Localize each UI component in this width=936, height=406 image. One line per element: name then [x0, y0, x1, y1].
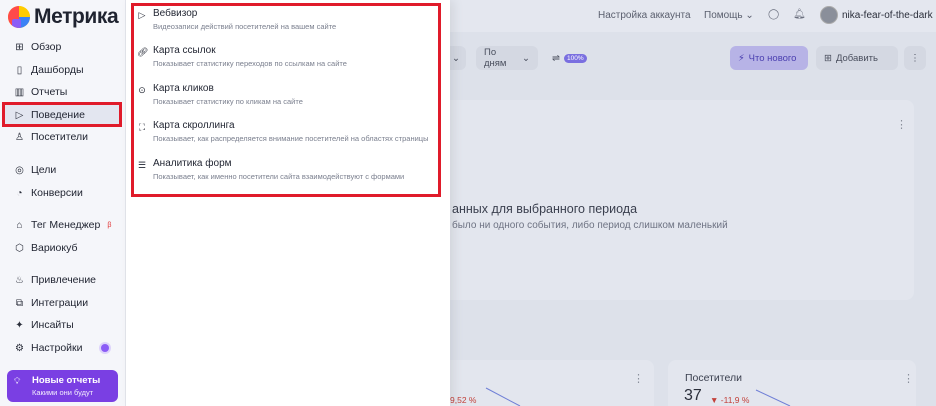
settings-notification-dot — [101, 344, 109, 352]
sidebar-item-label: Отчеты — [31, 86, 68, 98]
visitors-sparkline — [755, 389, 791, 406]
sidebar-item-settings[interactable]: ⚙ Настройки — [14, 340, 83, 356]
sparkle-icon: ✦ — [15, 319, 24, 331]
puzzle-icon: ⧉ — [15, 297, 24, 309]
tag-icon: ⌂ — [16, 219, 23, 231]
sidebar-item-label: Привлечение — [31, 274, 97, 286]
beta-badge: β — [107, 221, 112, 229]
brand-name: Метрика — [34, 5, 119, 28]
menu-item-description: Показывает статистику переходов по ссылк… — [153, 59, 347, 68]
click-icon: ⊙ — [138, 85, 146, 95]
menu-item-description: Видеозаписи действий посетителей на ваше… — [153, 22, 337, 31]
target-icon: ◎ — [15, 164, 24, 176]
bar-chart-icon: ▥ — [14, 86, 25, 98]
sidebar-item-label: Интеграции — [31, 297, 89, 309]
metrika-logo-icon — [8, 6, 30, 28]
person-icon: ♙ — [15, 131, 24, 143]
scroll-icon: ⛶ — [138, 122, 146, 132]
play-icon: ▷ — [15, 109, 24, 121]
new-reports-button[interactable]: 💡︎ Новые отчеты Какими они будут — [7, 370, 118, 402]
sidebar-item-insights[interactable]: ✦ Инсайты — [14, 317, 74, 333]
new-reports-subtitle: Какими они будут — [32, 388, 94, 397]
sidebar-item-label: Цели — [31, 164, 57, 176]
menu-item-title: Карта ссылок — [153, 45, 216, 56]
menu-item-click-map[interactable]: ⊙ Карта кликов Показывает статистику по … — [137, 83, 437, 113]
lightbulb-icon: 💡︎ — [14, 376, 21, 386]
sidebar-item-label: Обзор — [31, 41, 62, 53]
flame-icon: ♨ — [15, 274, 24, 286]
sidebar-item-dashboards[interactable]: ▯ Дашборды — [14, 62, 84, 78]
sidebar-item-label: Вариокуб — [31, 242, 78, 254]
menu-item-title: Вебвизор — [153, 8, 198, 19]
menu-item-title: Карта скроллинга — [153, 120, 235, 131]
sidebar-item-tag-manager[interactable]: ⌂ Тег Менеджер β — [14, 217, 111, 233]
sidebar-item-overview[interactable]: ⊞ Обзор — [14, 39, 61, 55]
sidebar-item-integrations[interactable]: ⧉ Интеграции — [14, 295, 88, 311]
menu-item-title: Карта кликов — [153, 83, 214, 94]
menu-item-form-analytics[interactable]: ☰ Аналитика форм Показывает, как именно … — [137, 158, 437, 188]
sidebar-item-variocube[interactable]: ⬡ Вариокуб — [14, 240, 77, 256]
menu-item-description: Показывает статистику по кликам на сайте — [153, 97, 303, 106]
sidebar-item-conversions[interactable]: ◔ Конверсии — [14, 185, 83, 201]
sidebar-item-goals[interactable]: ◎ Цели — [14, 162, 56, 178]
form-icon: ☰ — [137, 160, 147, 170]
play-icon: ▷ — [138, 10, 146, 20]
sidebar-item-label: Настройки — [31, 342, 83, 354]
sidebar-item-reports[interactable]: ▥ Отчеты — [14, 84, 68, 100]
sidebar-item-label: Инсайты — [31, 319, 74, 331]
gear-icon: ⚙ — [15, 342, 24, 354]
menu-item-webvisor[interactable]: ▷ Вебвизор Видеозаписи действий посетите… — [137, 8, 437, 38]
sidebar-item-label: Посетители — [31, 131, 88, 143]
grid-icon: ⊞ — [15, 41, 24, 53]
left-sparkline — [485, 387, 521, 406]
menu-item-scroll-map[interactable]: ⛶ Карта скроллинга Показывает, как распр… — [137, 120, 437, 150]
sidebar-item-behavior[interactable]: ▷ Поведение — [14, 107, 85, 123]
link-icon: 🔗︎ — [137, 47, 149, 57]
menu-item-description: Показывает, как распределяется внимание … — [153, 134, 429, 143]
sidebar-item-acquisition[interactable]: ♨ Привлечение — [14, 272, 96, 288]
sidebar-item-visitors[interactable]: ♙ Посетители — [14, 129, 88, 145]
funnel-icon: ◔ — [16, 187, 23, 199]
dashboards-icon: ▯ — [16, 64, 23, 76]
menu-item-title: Аналитика форм — [153, 158, 232, 169]
sidebar-item-label: Поведение — [31, 109, 85, 121]
sidebar-item-label: Тег Менеджер — [31, 219, 101, 231]
cube-icon: ⬡ — [15, 242, 24, 254]
sidebar-item-label: Дашборды — [31, 64, 84, 76]
sidebar: Метрика ⊞ Обзор ▯ Дашборды ▥ Отчеты ▷ Поведе… — [0, 0, 126, 406]
new-reports-title: Новые отчеты — [32, 375, 101, 386]
menu-item-description: Показывает, как именно посетители сайта … — [153, 172, 405, 181]
menu-item-link-map[interactable]: 🔗︎ Карта ссылок Показывает статистику пе… — [137, 45, 437, 75]
logo[interactable]: Метрика — [8, 5, 119, 29]
sidebar-item-label: Конверсии — [31, 187, 83, 199]
